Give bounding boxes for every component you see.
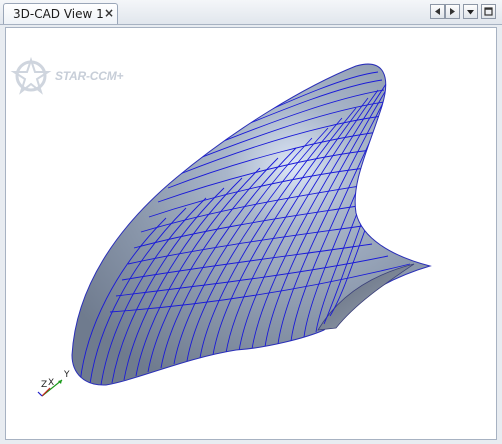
- close-icon[interactable]: ×: [103, 6, 115, 20]
- tab-list-dropdown-icon[interactable]: [463, 4, 478, 19]
- cad-surface-model[interactable]: [6, 28, 496, 439]
- scroll-left-icon[interactable]: [430, 4, 445, 19]
- triad-z-label: Z: [41, 380, 48, 390]
- tab-title: 3D-CAD View 1: [13, 7, 104, 21]
- scroll-right-icon[interactable]: [445, 4, 460, 19]
- triad-y-label: Y: [64, 370, 70, 380]
- cad-view-window: 3D-CAD View 1 × STAR-CCM+ Z X Y: [0, 0, 502, 444]
- triad-x-label: X: [48, 378, 55, 388]
- axis-triad: Z X Y: [32, 368, 76, 406]
- tab-3d-cad-view[interactable]: 3D-CAD View 1 ×: [3, 3, 118, 24]
- 3d-viewport[interactable]: STAR-CCM+ Z X Y: [5, 27, 497, 440]
- maximize-icon[interactable]: [481, 4, 496, 19]
- tab-bar: 3D-CAD View 1 ×: [0, 0, 502, 25]
